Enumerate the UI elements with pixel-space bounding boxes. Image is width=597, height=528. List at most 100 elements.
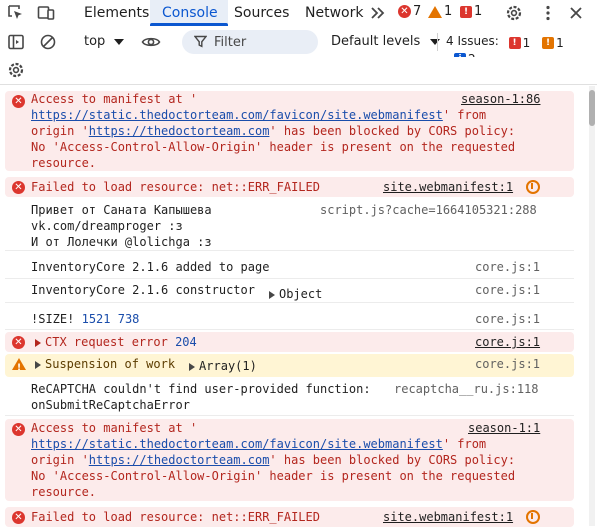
live-expression-eye-icon[interactable] [141, 32, 161, 52]
device-toolbar-icon[interactable] [36, 3, 56, 23]
message-text: Suspension of work Array(1) [35, 356, 257, 373]
close-devtools-icon[interactable] [566, 3, 586, 23]
devtools-tab-bar: Elements Console Sources Network ✕ 7 1 !… [0, 0, 597, 26]
message-text: InventoryCore 2.1.6 added to page [31, 260, 270, 274]
network-request-icon[interactable] [526, 180, 540, 194]
log-levels-label: Default levels [331, 34, 421, 49]
network-request-icon[interactable] [526, 510, 540, 524]
message-link[interactable]: https://thedoctorteam.com [89, 124, 270, 138]
chevron-down-icon [430, 38, 441, 45]
console-message-log: !SIZE! 1521 738 core.js:1 [5, 308, 574, 330]
expandable-object[interactable]: Object [268, 287, 322, 301]
expand-arrow-icon[interactable] [35, 338, 41, 347]
message-source-link[interactable]: script.js?cache=1664105321:288 [320, 202, 537, 218]
error-count-badge[interactable]: ✕ 7 [398, 4, 421, 19]
error-count: 7 [413, 4, 422, 19]
expand-arrow-icon[interactable] [35, 360, 41, 369]
issue-warning-icon: ! [542, 37, 555, 49]
message-source-link[interactable]: recaptcha__ru.js:118 [394, 381, 539, 397]
error-icon: ✕ [398, 5, 411, 18]
message-text: CTX request error 204 [35, 334, 197, 350]
inspect-element-icon[interactable] [6, 3, 26, 23]
sidebar-toggle-icon[interactable] [6, 32, 26, 52]
filter-input[interactable]: Filter [182, 30, 318, 54]
message-text-line: Привет от Саната Капышева [31, 203, 212, 217]
error-icon: ✕ [12, 181, 25, 194]
error-icon: ✕ [12, 511, 25, 524]
settings-gear-icon[interactable] [504, 3, 524, 23]
warning-count: 1 [444, 4, 453, 19]
issue-warnings: ! 1 [542, 36, 564, 50]
issues-label: 4 Issues: [446, 34, 499, 48]
message-source-link[interactable]: core.js:1 [475, 282, 540, 298]
issues-count-badge[interactable]: ! 1 [460, 4, 482, 19]
console-message-error: ✕ Access to manifest at ' https://static… [5, 91, 574, 171]
message-text-line: resource. [31, 156, 97, 170]
message-source-link[interactable]: site.webmanifest:1 [383, 509, 513, 525]
message-text: InventoryCore 2.1.6 constructor Object [31, 283, 323, 301]
console-message-warning: ! Suspension of work Array(1) core.js:1 [5, 354, 574, 377]
console-message-log: ReCAPTCHA couldn't find user-provided fu… [5, 380, 574, 416]
message-source-link[interactable]: core.js:1 [475, 311, 540, 327]
message-text-line: origin 'https://thedoctorteam.com' has b… [31, 453, 516, 467]
console-message-error: ✕ Failed to load resource: net::ERR_FAIL… [5, 507, 574, 527]
console-settings-gear-icon[interactable] [6, 60, 26, 80]
message-text: Failed to load resource: net::ERR_FAILED [31, 510, 320, 524]
console-scrollbar-thumb[interactable] [589, 90, 595, 126]
issue-errors-count: 1 [522, 36, 531, 50]
issue-count: 1 [474, 4, 483, 19]
expandable-object[interactable]: Array(1) [189, 359, 257, 373]
message-text-line: No 'Access-Control-Allow-Origin' header … [31, 469, 516, 483]
message-source-link[interactable]: site.webmanifest:1 [383, 179, 513, 195]
tab-sources[interactable]: Sources [234, 5, 289, 21]
console-message-error: ✕ Access to manifest at ' https://static… [5, 419, 574, 501]
console-toolbar-row-2 [0, 57, 597, 85]
log-levels-dropdown[interactable]: Default levels [331, 34, 441, 49]
message-source-link[interactable]: season-1:1 [468, 420, 540, 436]
issue-error-icon: ! [508, 37, 521, 49]
context-selector[interactable]: top [84, 34, 125, 49]
expand-arrow-icon [189, 362, 196, 371]
warning-count-badge[interactable]: 1 [428, 4, 452, 19]
message-source-link[interactable]: core.js:1 [475, 259, 540, 275]
console-message-log: InventoryCore 2.1.6 added to page core.j… [5, 257, 574, 279]
message-text: Access to manifest at ' [31, 92, 198, 106]
clear-console-icon[interactable] [38, 32, 58, 52]
message-link[interactable]: https://static.thedoctorteam.com/favicon… [31, 437, 443, 451]
message-source-link[interactable]: season-1:86 [461, 91, 540, 107]
console-scrollbar[interactable] [589, 86, 595, 526]
tab-console[interactable]: Console [162, 5, 218, 21]
tab-elements[interactable]: Elements [84, 5, 149, 21]
message-source-link[interactable]: core.js:1 [475, 334, 540, 350]
console-message-error: ✕ CTX request error 204 core.js:1 [5, 332, 574, 352]
console-toolbar: top Filter Default levels 4 Issues: ! 1 !… [0, 27, 597, 66]
filter-placeholder: Filter [214, 35, 247, 50]
warning-icon [428, 5, 442, 18]
tab-network[interactable]: Network [305, 5, 363, 21]
message-link[interactable]: https://thedoctorteam.com [89, 453, 270, 467]
message-text-line: origin 'https://thedoctorteam.com' has b… [31, 124, 516, 138]
message-text-line: https://static.thedoctorteam.com/favicon… [31, 437, 487, 451]
console-message-log: InventoryCore 2.1.6 constructor Object co… [5, 281, 574, 303]
more-options-icon[interactable] [538, 3, 558, 23]
expand-arrow-icon [268, 290, 275, 299]
more-tabs-icon[interactable] [368, 3, 388, 23]
message-source-link[interactable]: core.js:1 [475, 356, 540, 372]
error-icon: ✕ [12, 95, 25, 108]
toolbar-divider [437, 33, 438, 51]
message-text-line: vk.com/dreamproger :з [31, 219, 183, 233]
message-text-line: resource. [31, 485, 97, 499]
active-tab-indicator [150, 23, 228, 26]
message-text-line: Access to manifest at ' [31, 421, 198, 435]
message-text: Failed to load resource: net::ERR_FAILED [31, 180, 320, 194]
message-text-line: onSubmitReCaptchaError [31, 398, 190, 412]
issue-errors: ! 1 [508, 36, 531, 50]
error-icon: ✕ [12, 336, 25, 349]
filter-funnel-icon [193, 35, 208, 52]
message-link[interactable]: https://static.thedoctorteam.com/favicon… [31, 108, 443, 122]
message-text-line: И от Лолечки @lolichga :з [31, 235, 212, 249]
message-text-line: ReCAPTCHA couldn't find user-provided fu… [31, 382, 371, 396]
console-messages: ✕ Access to manifest at ' https://static… [0, 86, 586, 528]
context-label: top [84, 34, 106, 49]
message-text-line: No 'Access-Control-Allow-Origin' header … [31, 140, 516, 154]
